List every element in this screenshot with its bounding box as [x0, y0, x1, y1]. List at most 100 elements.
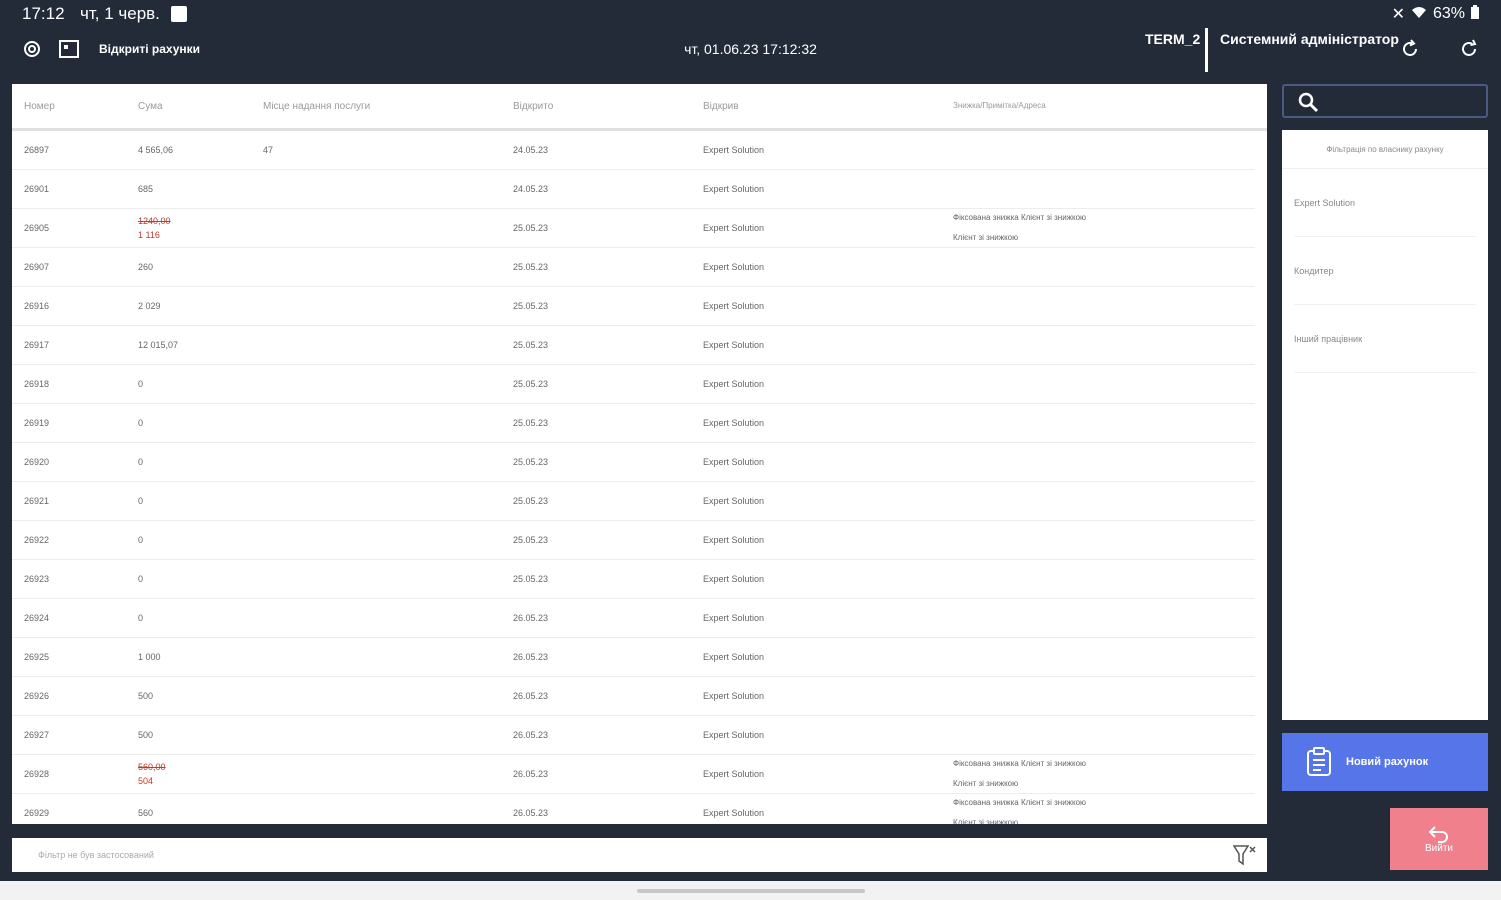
bill-opened-by: Expert Solution — [703, 457, 765, 467]
bill-opened-by: Expert Solution — [703, 379, 765, 389]
bill-opened-date: 25.05.23 — [513, 262, 549, 272]
toolbar: Відкриті рахунки чт, 01.06.23 17:12:32 T… — [0, 28, 1501, 74]
bill-sum: 500 — [138, 691, 154, 701]
bill-opened-date: 24.05.23 — [513, 145, 549, 155]
battery-level: 63% — [1432, 5, 1465, 22]
bill-opened-by: Expert Solution — [703, 340, 765, 350]
table-row[interactable]: 26924 0 26.05.23 Expert Solution — [12, 599, 1255, 638]
bill-opened-date: 26.05.23 — [513, 730, 549, 740]
bill-sum: 0 — [138, 574, 144, 584]
table-row[interactable]: 26925 1 000 26.05.23 Expert Solution — [12, 638, 1255, 677]
bill-note: Фіксована знижка Клієнт зі знижкою Клієнт… — [953, 754, 1255, 794]
table-row[interactable]: 26921 0 25.05.23 Expert Solution — [12, 482, 1255, 521]
new-bill-label: Новий рахунок — [1346, 756, 1429, 768]
bill-opened-by: Expert Solution — [703, 184, 765, 194]
exit-icon — [1428, 825, 1448, 843]
table-row[interactable]: 26919 0 25.05.23 Expert Solution — [12, 404, 1255, 443]
bill-opened-by: Expert Solution — [703, 769, 765, 779]
refresh-icon[interactable] — [1399, 38, 1421, 60]
home-handle[interactable] — [637, 889, 865, 893]
sync-icon[interactable] — [1458, 38, 1480, 60]
bill-opened-date: 26.05.23 — [513, 691, 549, 701]
owner-filter-item[interactable]: Кондитер — [1294, 237, 1476, 305]
table-row[interactable]: 26917 12 015,07 25.05.23 Expert Solution — [12, 326, 1255, 365]
bill-opened-date: 26.05.23 — [513, 808, 549, 818]
original-sum: 560,00 — [138, 762, 166, 772]
bill-sum: 260 — [138, 262, 154, 272]
table-row[interactable]: 26918 0 25.05.23 Expert Solution — [12, 365, 1255, 404]
column-header-number[interactable]: Номер — [12, 101, 138, 112]
search-input[interactable] — [1282, 84, 1488, 118]
table-row[interactable]: 26907 260 25.05.23 Expert Solution — [12, 248, 1255, 287]
bill-note-line: Фіксована знижка Клієнт зі знижкою — [953, 213, 1087, 222]
bill-sum: 1240,00 1 116 — [138, 214, 263, 242]
owner-filter-item[interactable]: Expert Solution — [1294, 169, 1476, 237]
bill-number: 26924 — [24, 613, 50, 623]
bill-sum: 2 029 — [138, 301, 161, 311]
bill-number: 26928 — [24, 769, 50, 779]
exit-label: Вийти — [1424, 842, 1453, 854]
bill-sum: 685 — [138, 184, 154, 194]
table-row[interactable]: 26916 2 029 25.05.23 Expert Solution — [12, 287, 1255, 326]
toolbar-divider — [1205, 28, 1208, 72]
filter-bar[interactable]: Фільтр не був застосований — [12, 838, 1267, 872]
bill-opened-by: Expert Solution — [703, 730, 765, 740]
bill-opened-by: Expert Solution — [703, 613, 765, 623]
user-name[interactable]: Системний адміністратор — [1220, 31, 1399, 47]
bill-note-line: Клієнт зі знижкою — [953, 779, 1019, 788]
bill-number: 26905 — [24, 223, 50, 233]
bill-number: 26901 — [24, 184, 50, 194]
bill-opened-date: 25.05.23 — [513, 223, 549, 233]
bill-number: 26907 — [24, 262, 50, 272]
wifi-icon — [1411, 5, 1427, 24]
column-header-sum[interactable]: Сума — [138, 101, 263, 112]
navigation-bar — [0, 881, 1501, 900]
gallery-notification-icon — [171, 6, 187, 22]
new-bill-icon — [1307, 747, 1331, 776]
bill-number: 26926 — [24, 691, 50, 701]
table-row[interactable]: 26901 685 24.05.23 Expert Solution — [12, 170, 1255, 209]
bill-sum: 0 — [138, 613, 144, 623]
table-row[interactable]: 26897 4 565,06 47 24.05.23 Expert Solution — [12, 131, 1255, 170]
table-row[interactable]: 26929 560 26.05.23 Expert Solution Фіксована… — [12, 794, 1255, 824]
clear-filter-icon[interactable] — [1232, 844, 1257, 866]
table-body: 26897 4 565,06 47 24.05.23 Expert Solution 26… — [12, 131, 1267, 824]
bill-number: 26919 — [24, 418, 50, 428]
bill-opened-by: Expert Solution — [703, 301, 765, 311]
bill-opened-date: 26.05.23 — [513, 652, 549, 662]
bill-note-line: Клієнт зі знижкою — [953, 233, 1019, 242]
table-row[interactable]: 26905 1240,00 1 116 25.05.23 Expert Solution… — [12, 209, 1255, 248]
new-bill-button[interactable]: Новий рахунок — [1282, 733, 1488, 791]
table-row[interactable]: 26920 0 25.05.23 Expert Solution — [12, 443, 1255, 482]
column-header-opened[interactable]: Відкрито — [513, 101, 703, 112]
bill-sum: 0 — [138, 457, 144, 467]
table-row[interactable]: 26926 500 26.05.23 Expert Solution — [12, 677, 1255, 716]
table-row[interactable]: 26922 0 25.05.23 Expert Solution — [12, 521, 1255, 560]
bill-opened-by: Expert Solution — [703, 574, 765, 584]
bill-opened-by: Expert Solution — [703, 808, 765, 818]
bill-number: 26920 — [24, 457, 50, 467]
status-right: ✕ 63% — [1392, 4, 1479, 24]
table-row[interactable]: 26927 500 26.05.23 Expert Solution — [12, 716, 1255, 755]
bill-opened-by: Expert Solution — [703, 223, 765, 233]
bill-opened-by: Expert Solution — [703, 691, 765, 701]
exit-button[interactable]: Вийти — [1390, 808, 1488, 870]
status-time: 17:12 — [22, 4, 65, 23]
table-row[interactable]: 26923 0 25.05.23 Expert Solution — [12, 560, 1255, 599]
bill-opened-date: 25.05.23 — [513, 301, 549, 311]
column-header-note[interactable]: Знижка/Примітка/Адреса — [953, 96, 1267, 116]
table-row[interactable]: 26928 560,00 504 26.05.23 Expert Solution Фік… — [12, 755, 1255, 794]
bills-table: Номер Сума Місце надання послуги Відкрит… — [12, 84, 1267, 824]
filter-status: Фільтр не був застосований — [38, 850, 154, 860]
owner-filter-item[interactable]: Інший працівник — [1294, 305, 1476, 373]
bill-place: 47 — [263, 145, 274, 155]
column-header-place[interactable]: Місце надання послуги — [263, 101, 513, 112]
column-header-opened-by[interactable]: Відкрив — [703, 101, 953, 112]
bill-number: 26923 — [24, 574, 50, 584]
bill-note: Фіксована знижка Клієнт зі знижкою Клієнт… — [953, 793, 1255, 824]
bill-opened-date: 26.05.23 — [513, 613, 549, 623]
bill-number: 26897 — [24, 145, 50, 155]
bill-sum: 4 565,06 — [138, 145, 174, 155]
bill-opened-date: 25.05.23 — [513, 340, 549, 350]
bill-note: Фіксована знижка Клієнт зі знижкою Клієнт… — [953, 208, 1255, 248]
